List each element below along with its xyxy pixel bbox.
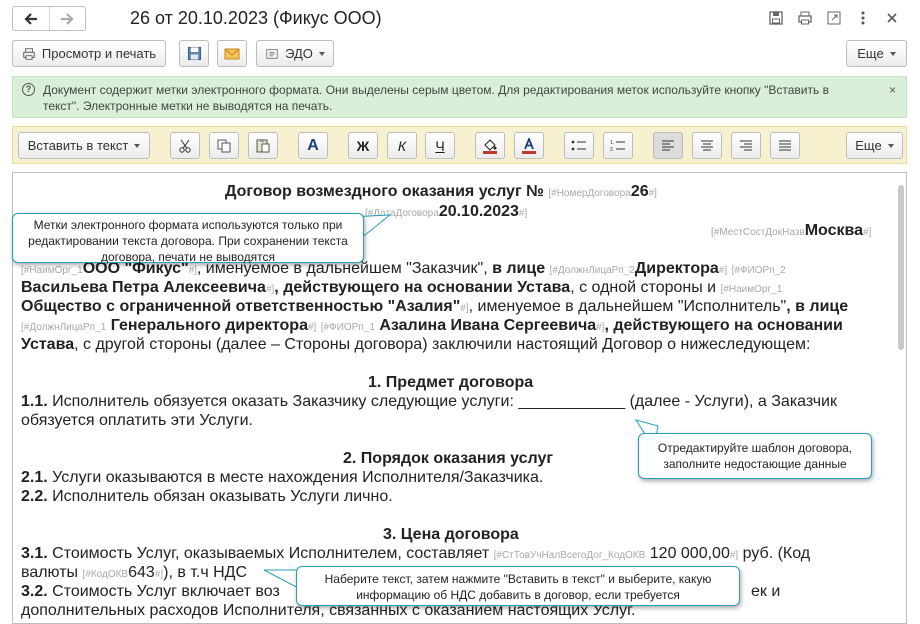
close-icon[interactable] <box>882 8 902 28</box>
section-3-heading: 3. Цена договора <box>383 526 519 543</box>
italic-button[interactable]: К <box>387 132 417 159</box>
justify-button[interactable] <box>770 132 800 159</box>
section-2-heading: 2. Порядок оказания услуг <box>343 450 554 467</box>
italic-label: К <box>397 137 407 154</box>
cut-button[interactable] <box>170 132 200 159</box>
format-more-label: Еще <box>855 138 882 153</box>
print-icon <box>23 47 35 60</box>
arrow-left-icon <box>24 12 37 25</box>
align-center-button[interactable] <box>692 132 722 159</box>
edo-label: ЭДО <box>285 46 313 61</box>
bullet-list-icon <box>571 140 586 150</box>
link-icon[interactable] <box>824 8 844 28</box>
more-menu-icon[interactable] <box>853 8 873 28</box>
contract-city: [#МестСостДокНазвМосква#] <box>711 222 872 239</box>
save-window-icon[interactable] <box>766 8 786 28</box>
section-1-heading: 1. Предмет договора <box>368 374 534 391</box>
marks-callout: Метки электронного формата используются … <box>12 213 364 264</box>
more-button[interactable]: Еще <box>846 40 907 67</box>
clause-2-2: 2.2. Исполнитель обязан оказывать Услуги… <box>21 488 393 505</box>
contract-title: Договор возмездного оказания услуг № [#Н… <box>225 183 657 200</box>
close-banner-icon[interactable]: × <box>889 83 896 97</box>
clause-3-2: 3.2. Стоимость Услуг включает воз <box>21 583 280 600</box>
paste-button[interactable] <box>248 132 278 159</box>
contract-line-4: [#ДолжнЛицаРп_1 Генерального директора#]… <box>21 317 843 334</box>
clause-3-1-cont: валюты [#КодОКВ643#]), в т.ч НДС <box>21 564 248 581</box>
save-button[interactable] <box>179 40 209 67</box>
align-right-button[interactable] <box>731 132 761 159</box>
paint-bucket-icon <box>483 138 497 154</box>
question-icon: ? <box>22 83 35 96</box>
svg-text:2.: 2. <box>610 147 614 153</box>
chevron-down-icon <box>318 51 325 56</box>
svg-text:1.: 1. <box>610 140 614 146</box>
insert-into-text-label: Вставить в текст <box>27 138 129 153</box>
bold-button[interactable]: Ж <box>348 132 378 159</box>
insert-into-text-button[interactable]: Вставить в текст <box>18 132 150 159</box>
font-label: A <box>307 136 319 154</box>
contract-line-2: Васильева Петра Алексеевича#], действующ… <box>21 279 783 296</box>
back-button[interactable] <box>13 7 49 30</box>
font-button[interactable]: A <box>298 132 328 159</box>
clause-2-1: 2.1. Услуги оказываются в месте нахожден… <box>21 469 544 486</box>
scissors-icon <box>179 139 191 153</box>
clause-1-1-cont: обязуется оплатить эти Услуги. <box>21 412 253 429</box>
numbered-list-button[interactable]: 1. 2. <box>603 132 633 159</box>
align-right-icon <box>740 140 752 150</box>
info-banner: ? Документ содержит метки электронного ф… <box>12 76 907 118</box>
paste-icon <box>256 139 270 153</box>
format-more-button[interactable]: Еще <box>846 132 903 159</box>
contract-line-3: Общество с ограниченной ответственностью… <box>21 298 849 315</box>
copy-button[interactable] <box>209 132 239 159</box>
edo-icon <box>266 48 278 59</box>
text-color-button[interactable] <box>514 132 544 159</box>
print-preview-button[interactable]: Просмотр и печать <box>12 40 166 67</box>
background-color-button[interactable] <box>475 132 505 159</box>
align-center-icon <box>701 140 713 150</box>
underline-label: Ч <box>435 137 445 154</box>
print-icon[interactable] <box>795 8 815 28</box>
template-callout: Отредактируйте шаблон договора, заполнит… <box>638 433 872 479</box>
bold-label: Ж <box>356 137 370 154</box>
chevron-down-icon <box>134 143 141 148</box>
align-left-icon <box>662 140 674 150</box>
underline-button[interactable]: Ч <box>425 132 455 159</box>
copy-icon <box>217 139 231 152</box>
chevron-down-icon <box>887 143 894 148</box>
clause-3-1: 3.1. Стоимость Услуг, оказываемых Исполн… <box>21 545 811 562</box>
print-preview-label: Просмотр и печать <box>41 46 157 61</box>
clause-3-2-tail: ек и <box>751 583 781 600</box>
contract-line-5: Устава, с другой стороны (далее – Сторон… <box>21 336 811 353</box>
info-message: Документ содержит метки электронного фор… <box>43 83 829 113</box>
format-toolbar: Вставить в текст A Ж К Ч 1. 2. Еще <box>12 126 907 164</box>
more-label: Еще <box>857 46 884 61</box>
bullet-list-button[interactable] <box>564 132 594 159</box>
numbered-list-icon: 1.2. <box>610 140 625 153</box>
window-title: 26 от 20.10.2023 (Фикус ООО) <box>130 8 382 28</box>
text-color-icon <box>522 137 536 154</box>
window-icons <box>766 8 902 28</box>
vertical-scrollbar[interactable] <box>898 185 904 350</box>
chevron-down-icon <box>889 51 896 56</box>
envelope-icon <box>224 48 240 59</box>
edo-button[interactable]: ЭДО <box>256 40 334 67</box>
navigation-group <box>12 6 86 31</box>
vat-callout: Наберите текст, затем нажмите "Вставить … <box>296 566 740 606</box>
align-left-button[interactable] <box>653 132 683 159</box>
arrow-right-icon <box>61 12 74 25</box>
align-justify-icon <box>779 140 791 150</box>
email-button[interactable] <box>217 40 247 67</box>
forward-button[interactable] <box>48 7 86 30</box>
floppy-icon <box>187 46 201 61</box>
clause-1-1: 1.1. Исполнитель обязуется оказать Заказ… <box>21 393 837 410</box>
